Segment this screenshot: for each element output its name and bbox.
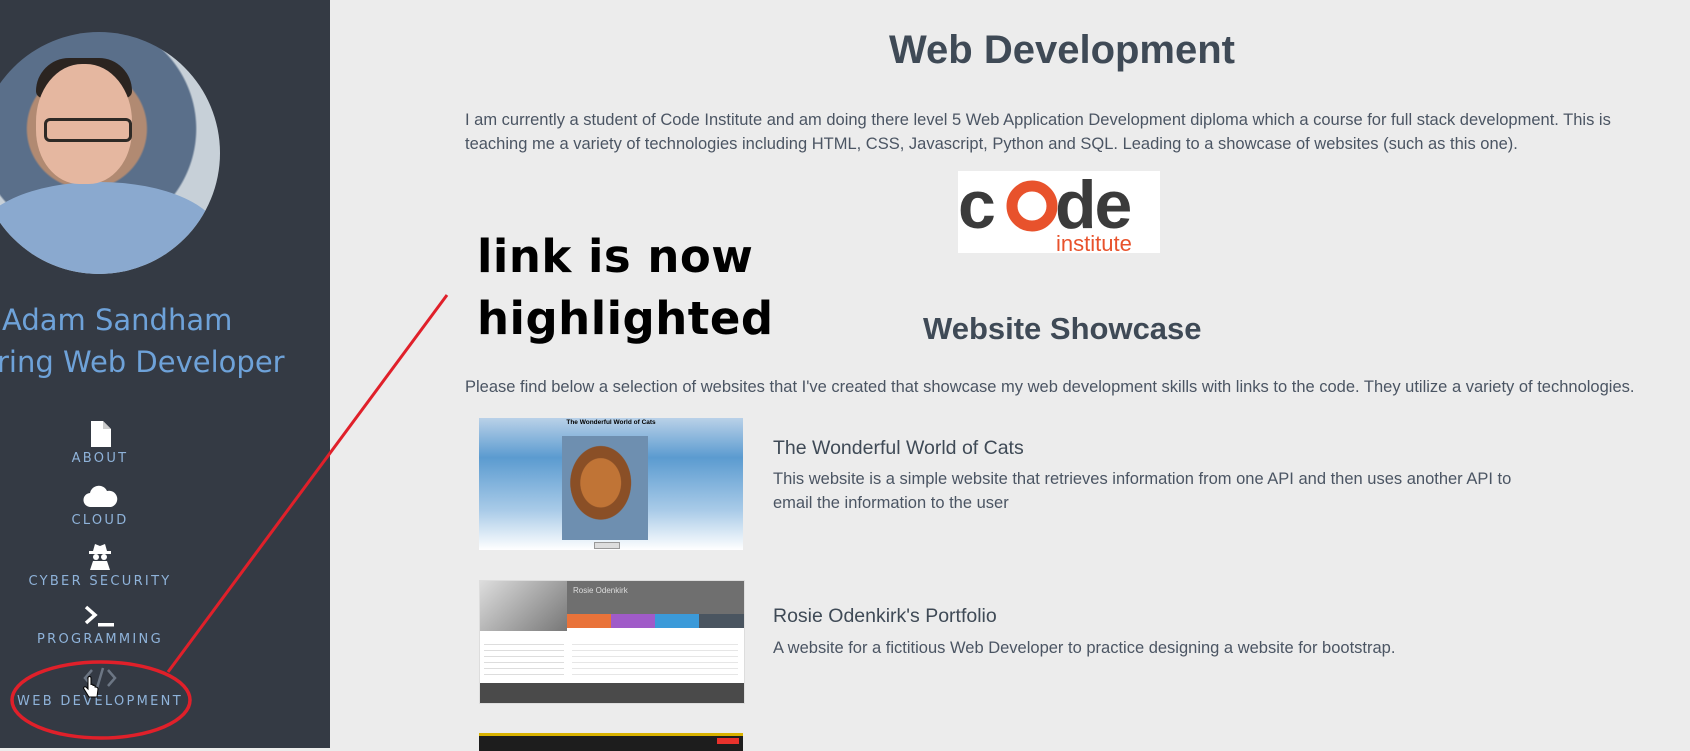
profile-name: Adam Sandham (2, 303, 233, 337)
code-institute-logo: c de institute (958, 167, 1160, 256)
nav-web-development[interactable]: WEB DEVELOPMENT (0, 666, 200, 709)
project-desc-cats: This website is a simple website that re… (773, 470, 1512, 512)
cat-image (562, 436, 648, 540)
logo-graphic: c de institute (958, 167, 1133, 256)
nav-cloud[interactable]: CLOUD (0, 485, 200, 528)
thumbnail-title: Rosie Odenkirk (573, 586, 628, 595)
spy-icon (89, 544, 111, 570)
svg-text:institute: institute (1056, 231, 1132, 253)
svg-text:c: c (958, 171, 994, 243)
annotation-line-1: link is now (477, 230, 754, 283)
showcase-title: Website Showcase (923, 311, 1202, 346)
project-thumbnail-third[interactable] (479, 733, 743, 751)
annotation-line-2: highlighted (477, 292, 774, 345)
nav-web-development-label: WEB DEVELOPMENT (17, 694, 183, 709)
profile-role: ring Web Developer (0, 345, 285, 379)
annotation-text: link is now highlighted (477, 226, 774, 350)
avatar (0, 32, 220, 274)
thumbnail-title: The Wonderful World of Cats (566, 419, 656, 426)
file-icon (91, 421, 111, 447)
sidebar: Adam Sandham ring Web Developer ABOUT CL… (0, 0, 330, 748)
intro-paragraph: I am currently a student of Code Institu… (465, 111, 1611, 153)
project-title-rosie[interactable]: Rosie Odenkirk's Portfolio (773, 605, 997, 628)
project-thumbnail-cats[interactable]: The Wonderful World of Cats (479, 418, 743, 550)
cloud-icon (83, 485, 118, 508)
nav-programming-label: PROGRAMMING (37, 632, 163, 647)
project-desc-rosie: A website for a fictitious Web Developer… (773, 639, 1396, 657)
nav-programming[interactable]: PROGRAMMING (0, 604, 200, 647)
showcase-intro: Please find below a selection of website… (465, 378, 1635, 396)
nav-about[interactable]: ABOUT (0, 421, 200, 466)
hand-cursor-icon (83, 676, 99, 698)
nav-cyber-security-label: CYBER SECURITY (28, 574, 172, 589)
page-title: Web Development (889, 28, 1235, 72)
project-thumbnail-rosie[interactable]: Rosie Odenkirk (479, 580, 745, 704)
nav-about-label: ABOUT (71, 451, 129, 466)
nav-cyber-security[interactable]: CYBER SECURITY (0, 542, 200, 589)
project-title-cats[interactable]: The Wonderful World of Cats (773, 437, 1024, 460)
terminal-icon (84, 605, 114, 627)
nav-cloud-label: CLOUD (71, 513, 129, 528)
rosie-image (480, 581, 567, 631)
